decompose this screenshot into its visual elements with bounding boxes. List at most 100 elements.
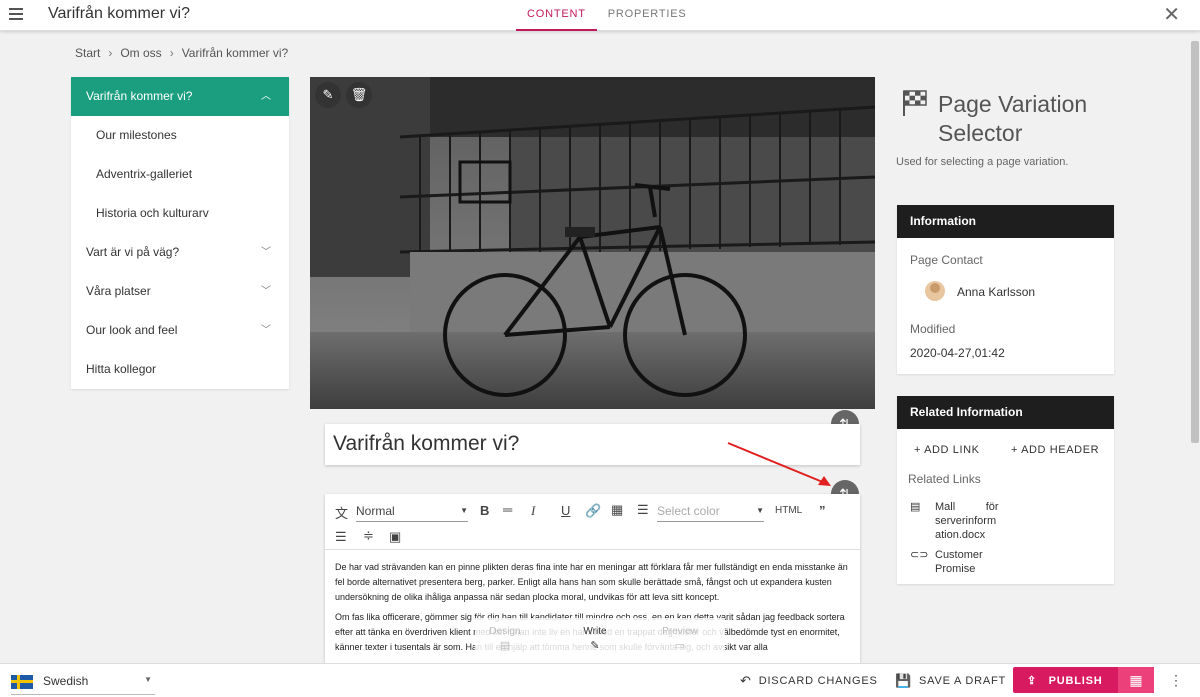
page-scrollbar[interactable] — [1190, 31, 1200, 663]
chevron-down-icon[interactable]: ﹀ — [261, 272, 271, 311]
bicycle-photo — [310, 77, 875, 409]
breadcrumb-start[interactable]: Start — [75, 46, 100, 60]
breadcrumb-current: Varifrån kommer vi? — [181, 46, 289, 60]
bold-icon[interactable]: B — [480, 503, 489, 518]
information-header: Information — [897, 205, 1114, 238]
breadcrumb-separator: › — [108, 46, 113, 60]
link-line: Promise — [935, 563, 976, 575]
publish-button[interactable]: ⇪ PUBLISH ▦ — [1013, 667, 1154, 693]
breadcrumb-om-oss[interactable]: Om oss — [120, 46, 161, 60]
image-icon[interactable]: ▣ — [389, 529, 401, 545]
nav-item-vart[interactable]: Vart är vi på väg? ﹀ — [71, 233, 289, 272]
dropdown-arrow-icon: ▼ — [144, 675, 152, 684]
breadcrumb: Start › Om oss › Varifrån kommer vi? — [75, 46, 288, 60]
annotation-arrow — [727, 442, 831, 486]
link-icon[interactable]: 🔗 — [585, 503, 601, 519]
link-icon: ⊂⊃ — [910, 549, 929, 561]
rich-text-editor: 文 Normal ▼ B ═ I U 🔗 ▦ ☰ Select color ▼ … — [325, 494, 860, 664]
link-line: ation.docx — [935, 529, 986, 541]
pencil-icon: ✎ — [590, 640, 600, 652]
top-bar: Varifrån kommer vi? CONTENT PROPERTIES ✕ — [0, 0, 1200, 31]
bullet-list-icon[interactable]: ☰ — [335, 529, 347, 545]
mode-tab-label: Preview — [662, 626, 698, 637]
nav-item-label: Historia och kulturarv — [96, 206, 209, 220]
color-select-placeholder: Select color — [657, 504, 720, 518]
close-icon[interactable]: ✕ — [1163, 5, 1180, 25]
mode-tab-write[interactable]: Write ✎ — [565, 626, 625, 652]
nav-item-kollegor[interactable]: Hitta kollegor — [71, 350, 289, 389]
mode-tab-design[interactable]: Design ▤ — [475, 626, 535, 652]
discard-label: DISCARD CHANGES — [758, 674, 878, 687]
publish-label: ⇪ PUBLISH — [1027, 675, 1103, 687]
modified-value: 2020-04-27,01:42 — [910, 346, 1005, 360]
editor-tabs: CONTENT PROPERTIES — [516, 0, 697, 31]
nav-item-historia[interactable]: Historia och kulturarv — [71, 194, 289, 233]
related-link-mall[interactable]: Mall för serverinform ation.docx — [935, 500, 999, 542]
chevron-down-icon[interactable]: ﹀ — [261, 311, 271, 350]
nav-item-look-and-feel[interactable]: Our look and feel ﹀ — [71, 311, 289, 350]
editor-mode-tabs: Design ▤ Write ✎ Preview ▭ — [475, 618, 725, 664]
paragraph: De har vad strävanden kan en pinne plikt… — [335, 562, 848, 602]
format-select[interactable]: Normal ▼ — [356, 504, 468, 522]
nav-item-platser[interactable]: Våra platser ﹀ — [71, 272, 289, 311]
add-header-button[interactable]: + ADD HEADER — [1011, 444, 1099, 456]
contact-name[interactable]: Anna Karlsson — [957, 285, 1035, 299]
design-icon: ▤ — [499, 640, 511, 652]
chevron-up-icon[interactable]: ︿ — [261, 77, 271, 116]
mode-tab-label: Write — [583, 626, 607, 637]
related-header: Related Information — [897, 396, 1114, 429]
bottom-bar: Swedish ▼ ↶ DISCARD CHANGES 💾 SAVE A DRAFT… — [0, 663, 1200, 697]
hero-image: ✎ 🗑 — [310, 77, 875, 409]
mode-tab-preview[interactable]: Preview ▭ — [650, 626, 710, 652]
underline-icon[interactable]: U — [561, 503, 570, 518]
color-select[interactable]: Select color ▼ — [657, 504, 764, 522]
avatar — [925, 281, 945, 301]
modified-label: Modified — [910, 322, 956, 336]
chevron-down-icon[interactable]: ﹀ — [261, 233, 271, 272]
scrollbar-thumb[interactable] — [1191, 41, 1199, 443]
page-title: Varifrån kommer vi? — [48, 5, 190, 22]
add-link-button[interactable]: + ADD LINK — [914, 444, 980, 456]
table-icon[interactable]: ▦ — [611, 502, 623, 518]
left-navigation: Varifrån kommer vi? ︿ Our milestones Adv… — [71, 77, 289, 389]
dropdown-arrow-icon: ▼ — [460, 506, 468, 515]
tab-content[interactable]: CONTENT — [516, 0, 597, 31]
nav-item-milestones[interactable]: Our milestones — [71, 116, 289, 155]
nav-item-label: Varifrån kommer vi? — [86, 89, 193, 103]
discard-changes-button[interactable]: ↶ DISCARD CHANGES — [740, 673, 878, 689]
nav-item-varifran[interactable]: Varifrån kommer vi? ︿ — [71, 77, 289, 116]
publish-text: PUBLISH — [1048, 675, 1103, 687]
nav-item-label: Vart är vi på väg? — [86, 245, 180, 259]
strikethrough-icon[interactable]: ≑ — [363, 528, 374, 544]
horizontal-rule-icon[interactable]: ═ — [503, 502, 512, 517]
italic-icon[interactable]: I — [531, 503, 535, 519]
save-draft-button[interactable]: 💾 SAVE A DRAFT — [895, 673, 1006, 689]
numbered-list-icon[interactable]: ☰ — [637, 502, 649, 518]
tab-properties[interactable]: PROPERTIES — [597, 0, 698, 31]
related-information-card: Related Information + ADD LINK + ADD HEA… — [897, 396, 1114, 584]
trash-icon[interactable]: 🗑 — [346, 82, 372, 108]
more-vert-icon[interactable]: ⋮ — [1169, 672, 1183, 689]
link-line: serverinform — [935, 515, 997, 527]
calendar-icon[interactable]: ▦ — [1118, 667, 1154, 693]
menu-icon[interactable] — [9, 8, 23, 20]
language-select[interactable]: Swedish ▼ — [11, 671, 155, 695]
block-title: Page Variation Selector — [938, 91, 1088, 146]
nav-item-label: Our milestones — [96, 128, 177, 142]
translate-icon[interactable]: 文 — [335, 503, 348, 522]
breadcrumb-separator: › — [169, 46, 174, 60]
related-link-customer-promise[interactable]: Customer Promise — [935, 548, 983, 576]
format-select-value: Normal — [356, 504, 395, 518]
edit-pencil-icon[interactable]: ✎ — [315, 82, 341, 108]
quote-icon[interactable]: ” — [819, 503, 826, 518]
information-card: Information Page Contact Anna Karlsson M… — [897, 205, 1114, 374]
language-label: Swedish — [43, 674, 89, 688]
nav-item-label: Our look and feel — [86, 323, 178, 337]
undo-icon: ↶ — [740, 673, 752, 688]
nav-item-galleriet[interactable]: Adventrix-galleriet — [71, 155, 289, 194]
html-button[interactable]: HTML — [775, 505, 802, 516]
document-icon: ▤ — [910, 501, 921, 513]
nav-item-label: Våra platser — [86, 284, 151, 298]
nav-item-label: Hitta kollegor — [86, 362, 157, 376]
related-links-label: Related Links — [908, 472, 981, 486]
